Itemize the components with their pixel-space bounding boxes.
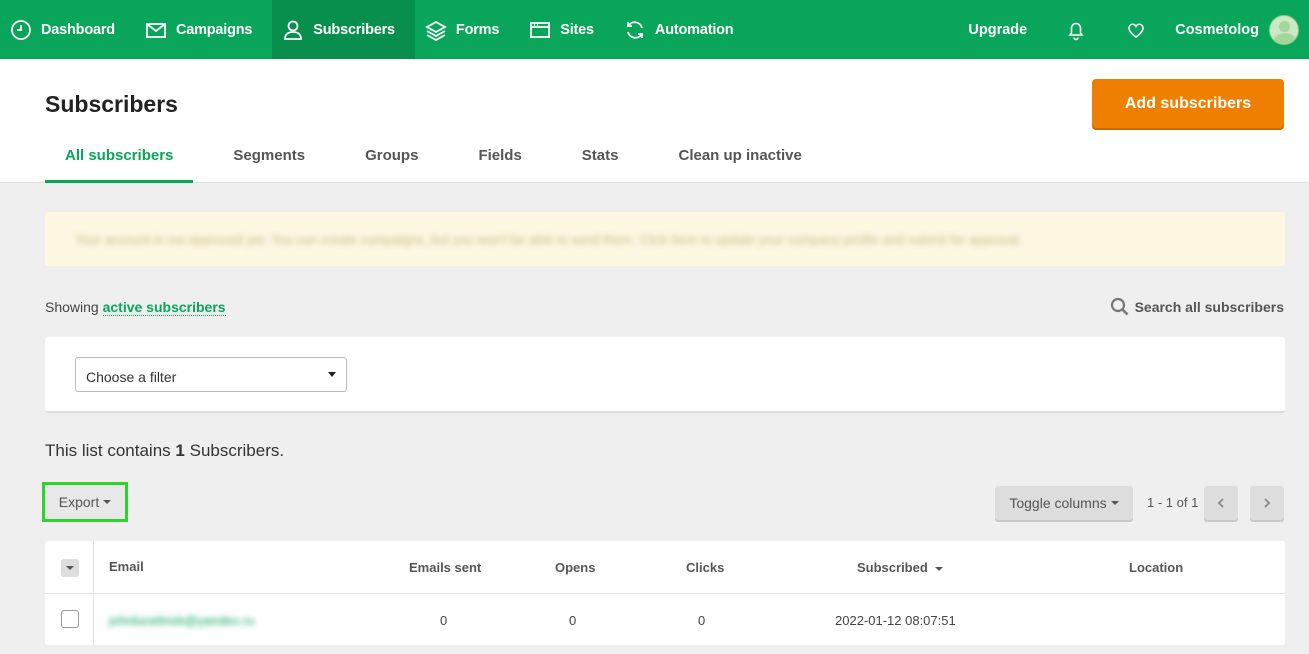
tab-clean-up-inactive[interactable]: Clean up inactive (658, 135, 821, 183)
column-opens[interactable]: Opens (555, 560, 595, 575)
nav-label: Automation (654, 21, 734, 38)
add-subscribers-button[interactable]: Add subscribers (1092, 79, 1284, 128)
nav-sites[interactable]: Sites (519, 0, 614, 59)
showing-label: Showing (45, 299, 99, 315)
account-notice: Your account is not approved yet. You ca… (45, 212, 1285, 266)
tab-all-subscribers[interactable]: All subscribers (45, 135, 194, 183)
cell-opens: 0 (569, 613, 577, 628)
subscriber-count: 1 (175, 441, 185, 460)
search-all-subscribers-button[interactable]: Search all subscribers (1110, 297, 1284, 317)
row-checkbox[interactable] (61, 610, 79, 628)
toggle-columns-label: Toggle columns (1009, 495, 1107, 511)
nav-campaigns[interactable]: Campaigns (135, 0, 272, 59)
column-subscribed[interactable]: Subscribed (857, 560, 944, 575)
search-all-label: Search all subscribers (1134, 299, 1284, 315)
nav-right: Upgrade Cosmetolog (968, 0, 1309, 59)
subscribers-table: Email Emails sent Opens Clicks Subscribe… (45, 541, 1285, 645)
subscriber-email[interactable]: johnlucelinok@yandex.ru (109, 613, 254, 628)
nav-dashboard[interactable]: Dashboard (0, 0, 135, 59)
export-button[interactable]: Export (45, 485, 125, 519)
filter-panel: Choose a filter (45, 337, 1285, 413)
envelope-icon (146, 22, 166, 38)
sort-desc-icon (935, 566, 944, 571)
column-clicks[interactable]: Clicks (686, 560, 724, 575)
column-email[interactable]: Email (109, 559, 144, 574)
toggle-columns-button[interactable]: Toggle columns (995, 486, 1133, 520)
chevron-right-icon (1264, 498, 1271, 508)
tab-stats[interactable]: Stats (562, 135, 639, 183)
nav-label: Campaigns (175, 21, 253, 38)
caret-down-icon (1110, 501, 1119, 505)
nav-label: Sites (560, 21, 594, 38)
cell-clicks: 0 (698, 613, 706, 628)
nav-automation[interactable]: Automation (614, 0, 754, 59)
user-icon (284, 20, 303, 40)
previous-page-button[interactable] (1204, 486, 1238, 520)
nav-label: Dashboard (41, 21, 115, 38)
count-prefix: This list contains (45, 441, 171, 460)
caret-down-icon (103, 500, 112, 504)
active-subscribers-link[interactable]: active subscribers (102, 299, 226, 316)
subscriber-count-text: This list contains 1 Subscribers. (45, 441, 284, 461)
nav-label: Subscribers (313, 21, 395, 38)
notice-text: Your account is not approved yet. You ca… (75, 231, 1023, 247)
export-highlight: Export (42, 482, 128, 522)
heart-icon[interactable] (1125, 19, 1147, 41)
browser-icon (530, 21, 551, 38)
page-header: Subscribers Add subscribers All subscrib… (0, 59, 1309, 183)
top-navigation: Dashboard Campaigns Subscribers Forms Si… (0, 0, 1309, 59)
pagination-status: 1 - 1 of 1 (1147, 495, 1199, 510)
tab-groups[interactable]: Groups (345, 135, 438, 183)
column-subscribed-label: Subscribed (857, 560, 928, 575)
bell-icon[interactable] (1065, 19, 1087, 41)
chevron-down-icon (328, 372, 336, 377)
next-page-button[interactable] (1250, 486, 1284, 520)
chevron-left-icon (1217, 498, 1224, 508)
page-title: Subscribers (45, 91, 178, 117)
search-icon (1110, 297, 1128, 316)
nav-subscribers[interactable]: Subscribers (272, 0, 415, 59)
showing-status: Showing active subscribers (45, 299, 226, 316)
cell-emails-sent: 0 (440, 613, 448, 628)
dashboard-icon (11, 19, 31, 40)
count-suffix: Subscribers. (189, 441, 285, 460)
filter-select-value: Choose a filter (86, 369, 177, 385)
upgrade-link[interactable]: Upgrade (968, 22, 1027, 38)
avatar[interactable] (1269, 14, 1299, 45)
refresh-icon (627, 20, 643, 39)
tab-fields[interactable]: Fields (458, 135, 541, 183)
subscriber-tabs: All subscribers Segments Groups Fields S… (45, 135, 842, 183)
layers-icon (425, 20, 447, 41)
nav-label: Forms (455, 21, 500, 38)
nav-forms[interactable]: Forms (415, 0, 519, 59)
filter-select[interactable]: Choose a filter (75, 357, 347, 392)
user-menu-name[interactable]: Cosmetolog (1175, 22, 1259, 38)
export-label: Export (58, 494, 100, 510)
column-emails-sent[interactable]: Emails sent (409, 560, 481, 575)
table-header: Email Emails sent Opens Clicks Subscribe… (45, 541, 1285, 594)
cell-subscribed: 2022-01-12 08:07:51 (835, 613, 956, 628)
tab-segments[interactable]: Segments (213, 135, 325, 183)
column-location[interactable]: Location (1129, 560, 1183, 575)
